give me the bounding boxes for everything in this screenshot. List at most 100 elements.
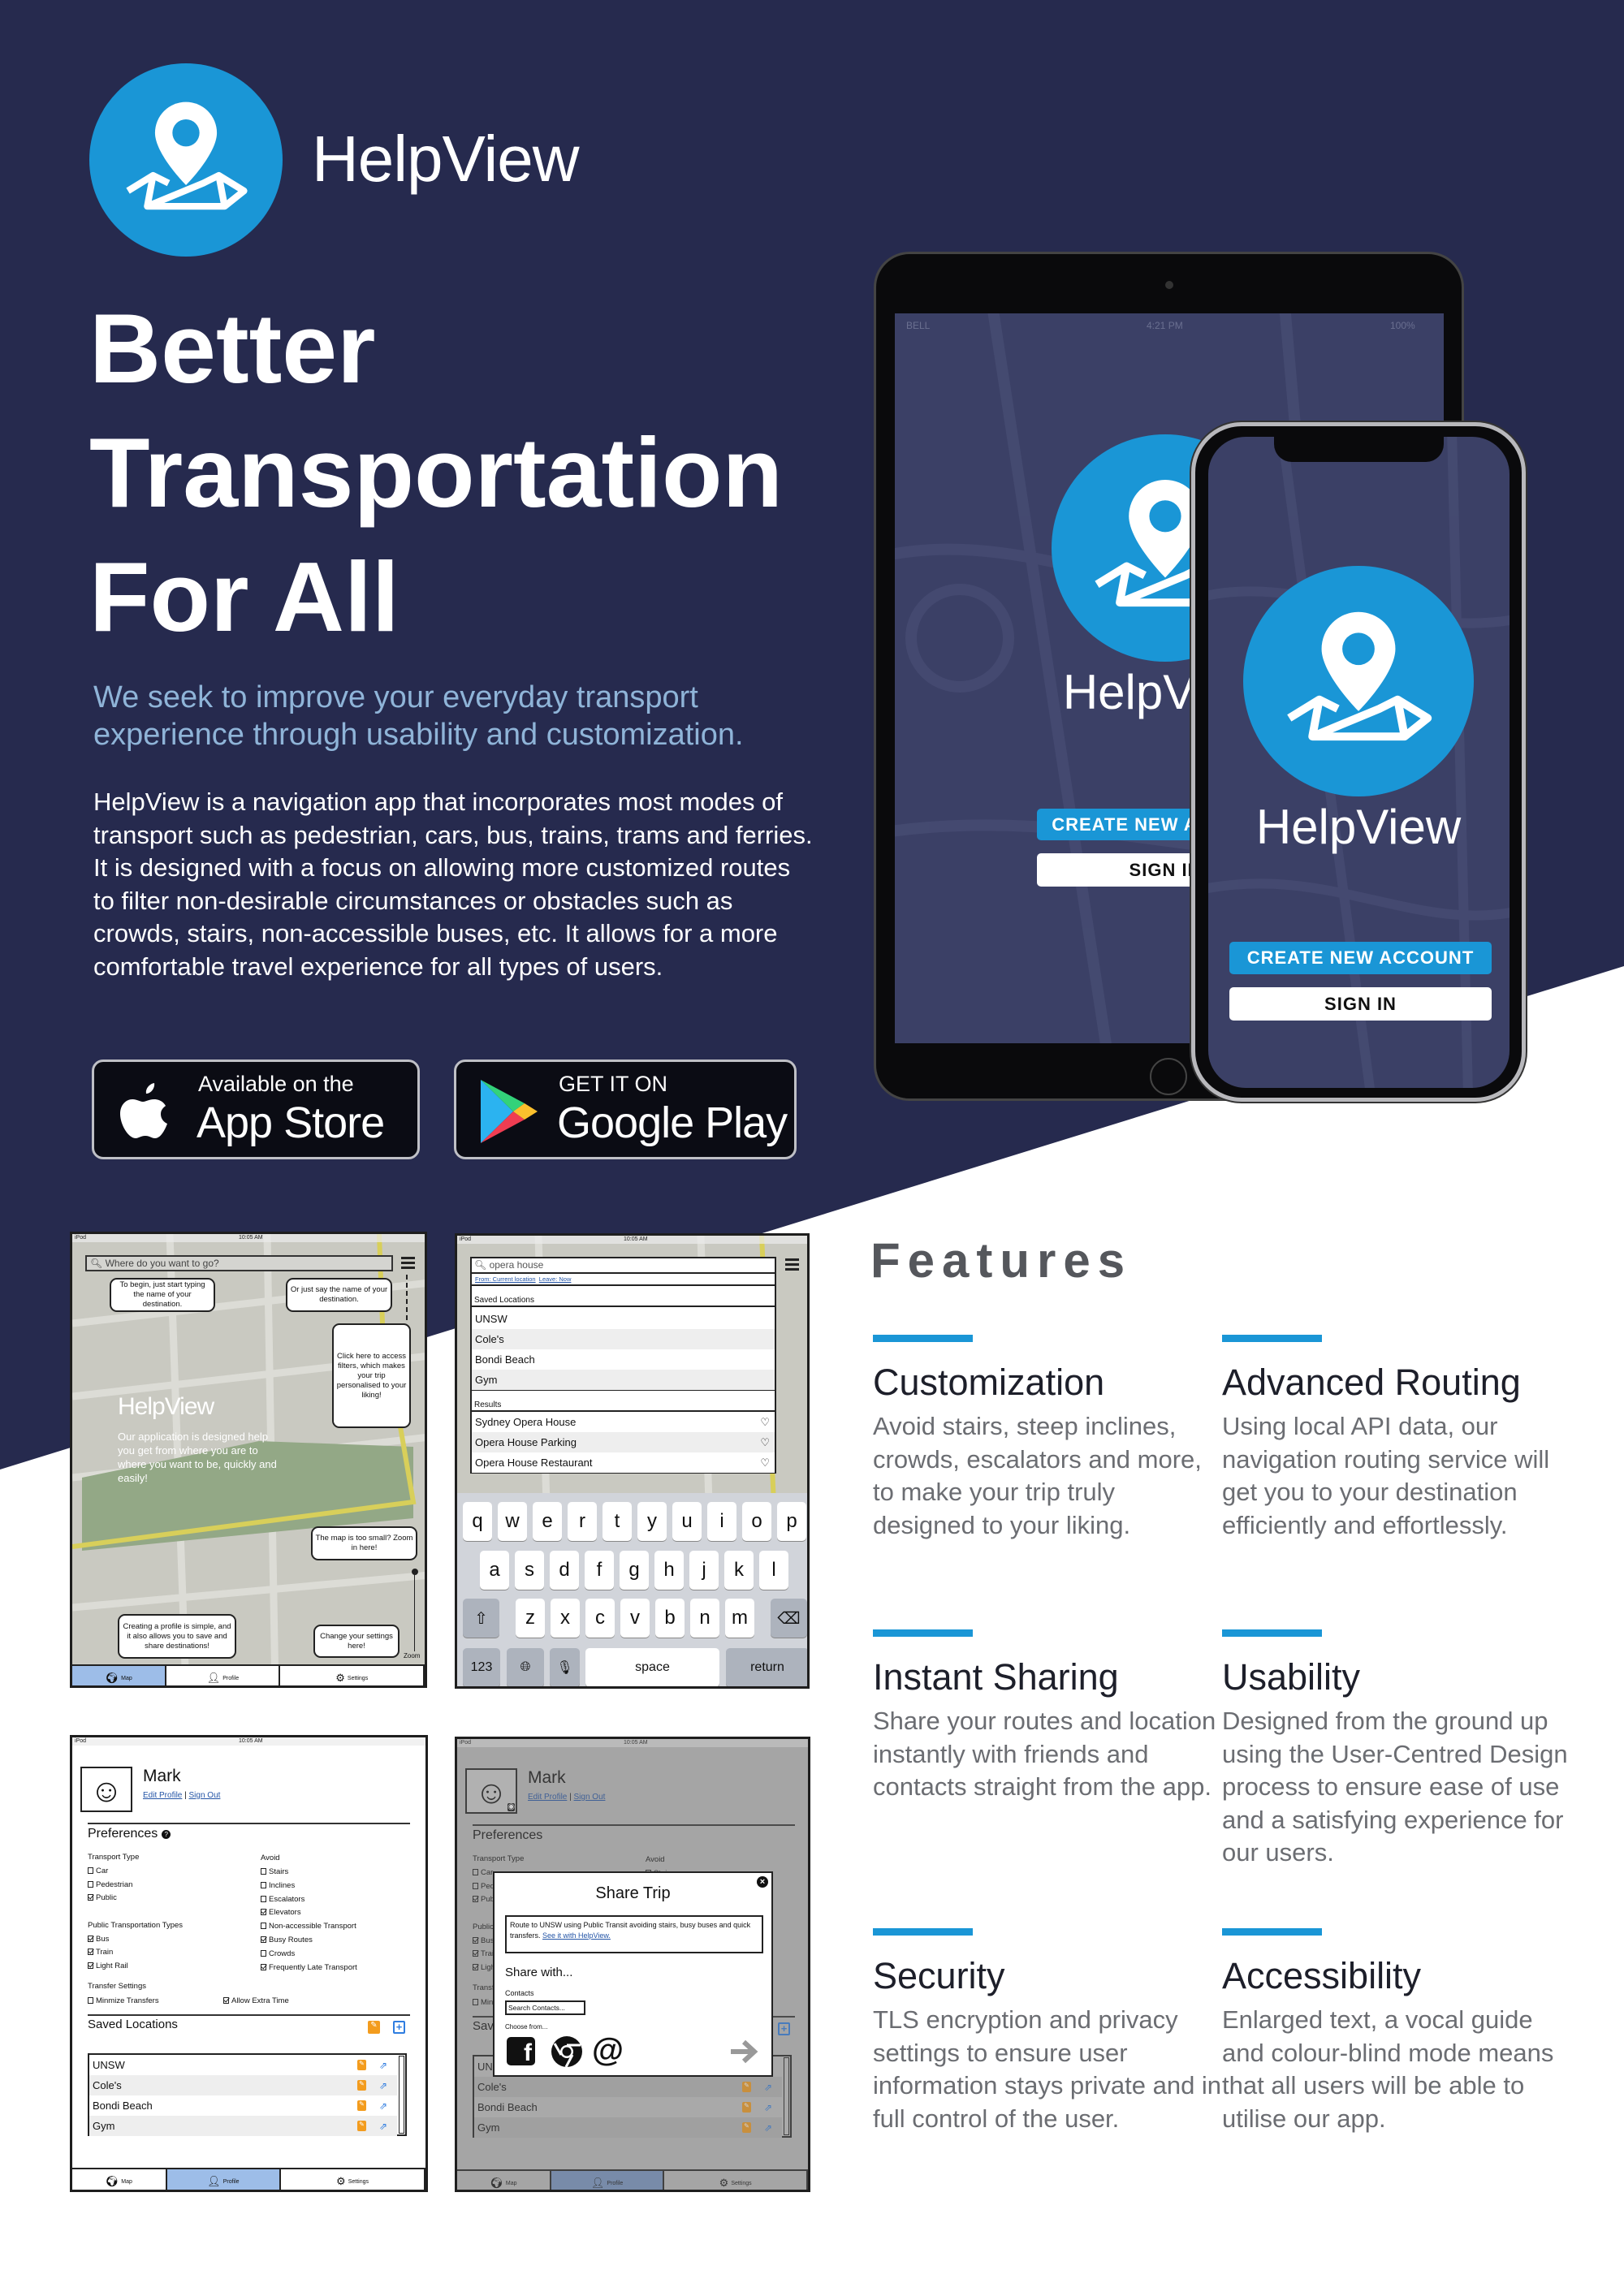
sign-out-link[interactable]: Sign Out (189, 1791, 221, 1800)
tab-map[interactable]: 🌍︎ Map (72, 2169, 167, 2190)
destination-search-input[interactable]: 🔍︎ Where do you want to go? (85, 1255, 393, 1271)
preference-checkbox[interactable]: Bus (88, 1935, 109, 1944)
preference-checkbox[interactable]: Light Rail (88, 1962, 128, 1970)
help-icon[interactable]: ? (162, 1830, 171, 1839)
key-w[interactable]: w (498, 1502, 527, 1541)
edit-icon[interactable]: ✎ (357, 2121, 366, 2131)
key-v[interactable]: v (620, 1599, 650, 1638)
list-item[interactable]: Bondi Beach ✎ ⇗ (89, 2095, 397, 2116)
avatar[interactable]: ☺ (80, 1767, 132, 1812)
preference-checkbox[interactable]: Allow Extra Time (223, 1996, 289, 2005)
chrome-icon[interactable] (551, 2035, 583, 2068)
share-icon[interactable]: ⇗ (379, 2121, 387, 2132)
checkbox-icon[interactable] (261, 1923, 266, 1929)
preference-checkbox[interactable]: Non-accessible Transport (261, 1922, 356, 1931)
tab-settings[interactable]: ⚙ Settings (281, 2169, 425, 2190)
key-s[interactable]: s (515, 1551, 544, 1590)
preference-checkbox[interactable]: Car (88, 1867, 108, 1875)
send-arrow-icon[interactable] (729, 2039, 758, 2065)
key-i[interactable]: i (707, 1502, 736, 1541)
tab-settings[interactable]: ⚙ Settings (280, 1666, 425, 1685)
facebook-icon[interactable]: f (507, 2037, 535, 2066)
list-item[interactable]: Opera House Parking ♡ (472, 1432, 775, 1452)
edit-icon[interactable]: ✎ (357, 2060, 366, 2070)
key-y[interactable]: y (637, 1502, 667, 1541)
list-item[interactable]: Sydney Opera House ♡ (472, 1412, 775, 1432)
heart-icon[interactable]: ♡ (760, 1416, 770, 1429)
share-icon[interactable]: ⇗ (379, 2080, 387, 2091)
edit-profile-link[interactable]: Edit Profile (143, 1791, 182, 1800)
leave-time-link[interactable]: Leave: Now (539, 1275, 572, 1283)
share-message-link[interactable]: See it with HelpView. (542, 1931, 611, 1940)
checkbox-icon[interactable] (223, 1997, 229, 2004)
list-item[interactable]: UNSW (472, 1309, 775, 1329)
zoom-slider[interactable] (414, 1570, 415, 1651)
key-c[interactable]: c (585, 1599, 615, 1638)
list-item[interactable]: Bondi Beach (472, 1349, 775, 1370)
key-b[interactable]: b (655, 1599, 685, 1638)
heart-icon[interactable]: ♡ (760, 1436, 770, 1449)
share-icon[interactable]: ⇗ (379, 2060, 387, 2071)
checkbox-icon[interactable] (88, 1867, 93, 1874)
list-item[interactable]: Gym (472, 1370, 775, 1390)
key-t[interactable]: t (603, 1502, 632, 1541)
key-g[interactable]: g (620, 1551, 649, 1590)
checkbox-icon[interactable] (261, 1868, 266, 1875)
key-z[interactable]: z (516, 1599, 545, 1638)
add-location-icon[interactable]: + (393, 2021, 405, 2034)
backspace-key[interactable]: ⌫ (771, 1599, 807, 1638)
phone-create-account-button[interactable]: CREATE NEW ACCOUNT (1229, 942, 1492, 974)
key-a[interactable]: a (480, 1551, 509, 1590)
preference-checkbox[interactable]: Busy Routes (261, 1936, 313, 1944)
tab-profile[interactable]: 👤︎ Profile (166, 1666, 281, 1685)
checkbox-icon[interactable] (88, 1936, 93, 1942)
key-l[interactable]: l (759, 1551, 788, 1590)
numbers-key[interactable]: 123 (463, 1648, 500, 1686)
heart-icon[interactable]: ♡ (760, 1457, 770, 1470)
list-item[interactable]: Opera House Restaurant ♡ (472, 1452, 775, 1473)
checkbox-icon[interactable] (261, 1936, 266, 1943)
email-at-icon[interactable]: @ (592, 2032, 624, 2069)
checkbox-icon[interactable] (88, 1894, 93, 1901)
checkbox-icon[interactable] (88, 1997, 93, 2004)
edit-locations-icon[interactable]: ✎ (368, 2021, 380, 2034)
checkbox-icon[interactable] (261, 1964, 266, 1970)
checkbox-icon[interactable] (261, 1950, 266, 1957)
checkbox-icon[interactable] (88, 1962, 93, 1969)
preference-checkbox[interactable]: Elevators (261, 1908, 301, 1917)
checkbox-icon[interactable] (261, 1896, 266, 1902)
key-n[interactable]: n (690, 1599, 719, 1638)
list-item[interactable]: Cole's ✎ ⇗ (89, 2075, 397, 2095)
share-icon[interactable]: ⇗ (379, 2100, 387, 2112)
checkbox-icon[interactable] (261, 1909, 266, 1915)
key-o[interactable]: o (742, 1502, 771, 1541)
globe-key[interactable]: 🌐︎ (507, 1648, 544, 1686)
search-input[interactable]: 🔍︎ opera house (472, 1258, 775, 1274)
app-store-badge[interactable]: Available on the App Store (92, 1060, 420, 1159)
key-e[interactable]: e (533, 1502, 562, 1541)
key-p[interactable]: p (777, 1502, 806, 1541)
share-message-box[interactable]: Route to UNSW using Public Transit avoid… (505, 1915, 763, 1953)
key-h[interactable]: h (654, 1551, 684, 1590)
search-contacts-input[interactable]: Search Contacts... (505, 2000, 585, 2015)
key-r[interactable]: r (568, 1502, 597, 1541)
preference-checkbox[interactable]: Frequently Late Transport (261, 1963, 357, 1972)
tab-map[interactable]: 🌍︎ Map (72, 1666, 167, 1685)
key-k[interactable]: k (724, 1551, 754, 1590)
space-key[interactable]: space (585, 1648, 719, 1686)
preference-checkbox[interactable]: Minmize Transfers (88, 1996, 159, 2005)
edit-icon[interactable]: ✎ (357, 2100, 366, 2111)
preference-checkbox[interactable]: Escalators (261, 1895, 304, 1904)
preference-checkbox[interactable]: Train (88, 1948, 113, 1957)
key-d[interactable]: d (550, 1551, 579, 1590)
key-q[interactable]: q (463, 1502, 492, 1541)
from-location-link[interactable]: From: Current location (475, 1275, 536, 1283)
checkbox-icon[interactable] (88, 1881, 93, 1888)
preference-checkbox[interactable]: Crowds (261, 1949, 295, 1958)
preference-checkbox[interactable]: Pedestrian (88, 1880, 132, 1889)
key-f[interactable]: f (585, 1551, 614, 1590)
shift-key[interactable]: ⇧ (463, 1599, 499, 1638)
checkbox-icon[interactable] (88, 1949, 93, 1955)
return-key[interactable]: return (726, 1648, 807, 1686)
phone-sign-in-button[interactable]: SIGN IN (1229, 987, 1492, 1021)
